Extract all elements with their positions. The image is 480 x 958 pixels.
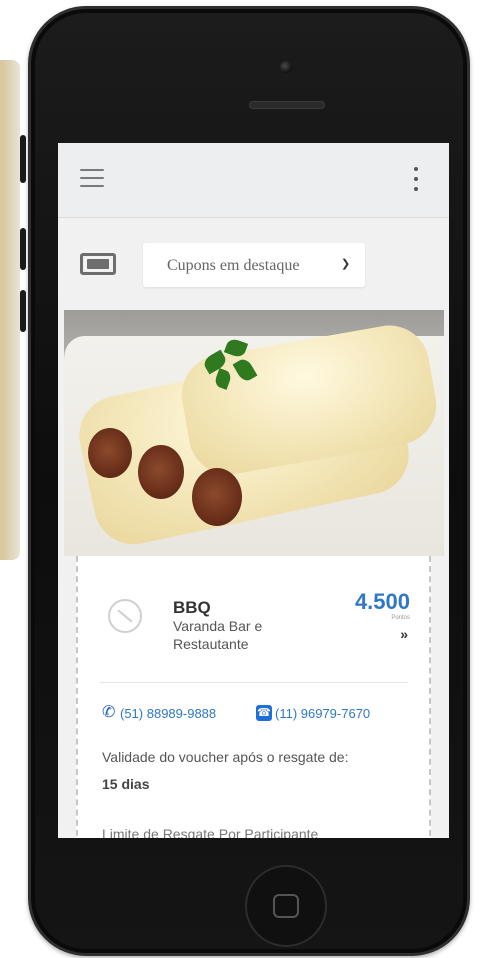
phone-screen: Cupons em destaque ❯ BBQ Varanda Bar e R… xyxy=(58,143,449,838)
camera-icon xyxy=(280,61,292,73)
category-select[interactable]: Cupons em destaque ❯ xyxy=(143,243,365,287)
phone-icon: ✆ xyxy=(102,704,116,721)
volume-up-button[interactable] xyxy=(20,228,26,270)
kebab-icon[interactable] xyxy=(410,167,422,193)
speaker-grill xyxy=(249,101,325,109)
coupon-icon xyxy=(80,253,116,275)
volume-down-button[interactable] xyxy=(20,290,26,332)
restaurant-name: BBQ xyxy=(173,598,211,617)
validity-label: Validade do voucher após o resgate de: xyxy=(102,749,349,765)
category-select-value: Cupons em destaque xyxy=(167,257,300,274)
restaurant-logo-icon xyxy=(108,599,142,633)
app-toolbar xyxy=(58,143,449,218)
phone-link[interactable]: ✆ (51) 88989-9888 xyxy=(102,703,216,723)
points-label: Pontos xyxy=(391,615,410,621)
points-value: 4.500 xyxy=(354,589,410,614)
restaurant-subtitle: Varanda Bar e Restautante xyxy=(173,618,263,652)
background-food-photo xyxy=(0,60,20,560)
home-square-icon xyxy=(273,894,299,918)
redeem-limit-label: Limite de Resgate Por Participante xyxy=(102,826,319,838)
whatsapp-number: (11) 96979-7670 xyxy=(275,705,371,721)
chevron-down-icon: ❯ xyxy=(341,258,351,270)
whatsapp-link[interactable]: ☎ (11) 96979-7670 xyxy=(256,703,370,723)
whatsapp-icon: ☎ xyxy=(256,705,272,721)
mute-switch[interactable] xyxy=(20,135,26,183)
hamburger-icon[interactable] xyxy=(80,169,104,189)
card-divider xyxy=(100,682,408,683)
cannelloni-dish-photo xyxy=(64,310,444,556)
stage: Cupons em destaque ❯ BBQ Varanda Bar e R… xyxy=(0,0,480,958)
validity-value: 15 dias xyxy=(102,776,150,792)
home-button[interactable] xyxy=(245,865,327,947)
double-chevron-icon[interactable]: » xyxy=(378,626,408,642)
coupon-card[interactable]: BBQ Varanda Bar e Restautante 4.500 Pont… xyxy=(76,556,431,838)
phone-number: (51) 88989-9888 xyxy=(120,705,217,721)
